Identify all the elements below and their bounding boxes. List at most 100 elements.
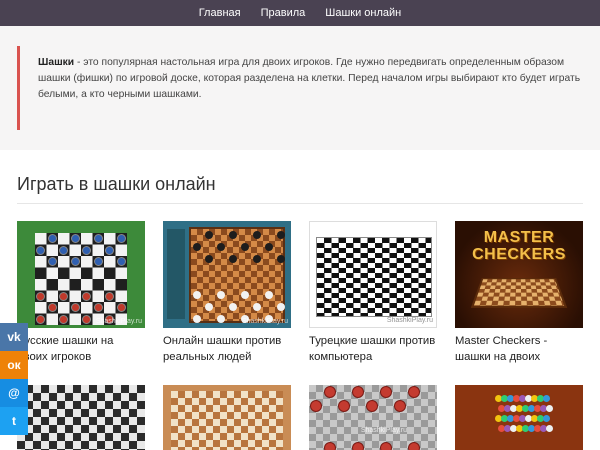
watermark: ShashkiPlay.ru <box>386 317 433 324</box>
checker-piece <box>394 400 406 412</box>
checker-piece <box>93 303 103 313</box>
checker-piece <box>116 257 126 267</box>
checker-piece <box>59 314 69 324</box>
checker-piece <box>82 314 92 324</box>
intro-term: Шашки <box>38 57 75 68</box>
checker-piece <box>265 291 273 299</box>
game-card-title: Турецкие шашки против компьютера <box>309 335 436 363</box>
checker-piece <box>253 255 261 263</box>
intro-quote: Шашки - это популярная настольная игра д… <box>17 46 583 130</box>
checker-piece <box>36 314 46 324</box>
checker-piece <box>193 315 201 323</box>
checker-piece <box>253 303 261 311</box>
checker-piece <box>47 234 57 244</box>
game-thumbnail: ShashkiPlay.ru <box>17 221 145 328</box>
games-grid-row-2: ShashkiPlay.ru <box>17 385 583 450</box>
checker-piece <box>105 291 115 301</box>
checker-piece <box>47 303 57 313</box>
game-card[interactable]: ShashkiPlay.ru <box>309 385 437 450</box>
watermark: ShashkiPlay.ru <box>360 427 407 434</box>
checker-piece <box>253 231 261 239</box>
checker-piece <box>116 234 126 244</box>
checker-piece <box>47 257 57 267</box>
nav-link-rules[interactable]: Правила <box>251 0 316 26</box>
checker-piece <box>352 442 364 450</box>
game-card-title: Master Checkers - шашки на двоих <box>455 335 548 363</box>
game-card[interactable] <box>17 385 145 450</box>
checker-piece <box>217 315 225 323</box>
marble-piece <box>543 415 550 422</box>
checker-piece <box>277 231 285 239</box>
checker-piece <box>116 303 126 313</box>
game-card-russian[interactable]: ShashkiPlay.ru Русские шашки на двоих иг… <box>17 221 145 365</box>
checker-piece <box>193 243 201 251</box>
checker-piece <box>59 291 69 301</box>
game-card-title: Онлайн шашки против реальных людей <box>163 335 282 363</box>
game-thumbnail: ShashkiPlay.ru <box>163 221 291 328</box>
checker-piece <box>205 303 213 311</box>
checker-piece <box>338 400 350 412</box>
twitter-icon[interactable]: t <box>0 407 28 435</box>
checker-piece <box>205 231 213 239</box>
odnoklassniki-icon[interactable]: ок <box>0 351 28 379</box>
checker-piece <box>70 257 80 267</box>
checker-piece <box>217 243 225 251</box>
watermark: ShashkiPlay.ru <box>95 318 142 325</box>
checker-piece <box>193 291 201 299</box>
game-thumbnail <box>163 385 291 450</box>
checker-piece <box>408 442 420 450</box>
checker-piece <box>324 442 336 450</box>
watermark: ShashkiPlay.ru <box>241 318 288 325</box>
nav-link-home[interactable]: Главная <box>189 0 251 26</box>
checker-piece <box>229 231 237 239</box>
checker-piece <box>82 245 92 255</box>
checker-piece <box>229 255 237 263</box>
checker-piece <box>93 257 103 267</box>
game-logo: MASTER CHECKERS <box>472 229 566 263</box>
checker-piece <box>59 245 69 255</box>
games-section: Играть в шашки онлайн ShashkiPlay.ru Рус… <box>0 174 600 450</box>
checker-piece <box>36 245 46 255</box>
section-title: Играть в шашки онлайн <box>17 174 583 204</box>
game-card-master-checkers[interactable]: MASTER CHECKERS Master Checkers - шашки н… <box>455 221 583 365</box>
game-card-title: Русские шашки на двоих игроков <box>17 335 114 363</box>
checker-piece <box>241 243 249 251</box>
game-thumbnail <box>17 385 145 450</box>
checker-piece <box>408 386 420 398</box>
checker-piece <box>277 255 285 263</box>
marble-piece <box>546 425 553 432</box>
game-card-online[interactable]: ShashkiPlay.ru Онлайн шашки против реаль… <box>163 221 291 365</box>
checker-piece <box>36 291 46 301</box>
checker-piece <box>82 291 92 301</box>
checker-piece <box>277 303 285 311</box>
checker-piece <box>380 386 392 398</box>
game-thumbnail <box>455 385 583 450</box>
checker-piece <box>70 303 80 313</box>
checker-piece <box>229 303 237 311</box>
vk-icon[interactable]: vk <box>0 323 28 351</box>
game-card-turkish[interactable]: ShashkiPlay.ru Турецкие шашки против ком… <box>309 221 437 365</box>
game-thumbnail: MASTER CHECKERS <box>455 221 583 328</box>
checker-piece <box>310 400 322 412</box>
nav-link-online[interactable]: Шашки онлайн <box>315 0 411 26</box>
player-panel <box>167 229 185 319</box>
checker-piece <box>70 234 80 244</box>
marble-piece <box>546 405 553 412</box>
marble-piece <box>543 395 550 402</box>
checker-piece <box>217 291 225 299</box>
checker-piece <box>366 400 378 412</box>
game-card[interactable] <box>455 385 583 450</box>
checker-piece <box>324 386 336 398</box>
mail-icon[interactable]: @ <box>0 379 28 407</box>
checker-piece <box>380 442 392 450</box>
board-image <box>316 237 432 317</box>
board-image <box>470 277 568 308</box>
checker-piece <box>105 245 115 255</box>
games-grid: ShashkiPlay.ru Русские шашки на двоих иг… <box>17 221 583 365</box>
social-share-bar: vk ок @ t <box>0 323 28 435</box>
top-navigation: Главная Правила Шашки онлайн <box>0 0 600 26</box>
game-card[interactable] <box>163 385 291 450</box>
checker-piece <box>265 243 273 251</box>
checker-piece <box>205 255 213 263</box>
game-thumbnail: ShashkiPlay.ru <box>309 385 437 450</box>
